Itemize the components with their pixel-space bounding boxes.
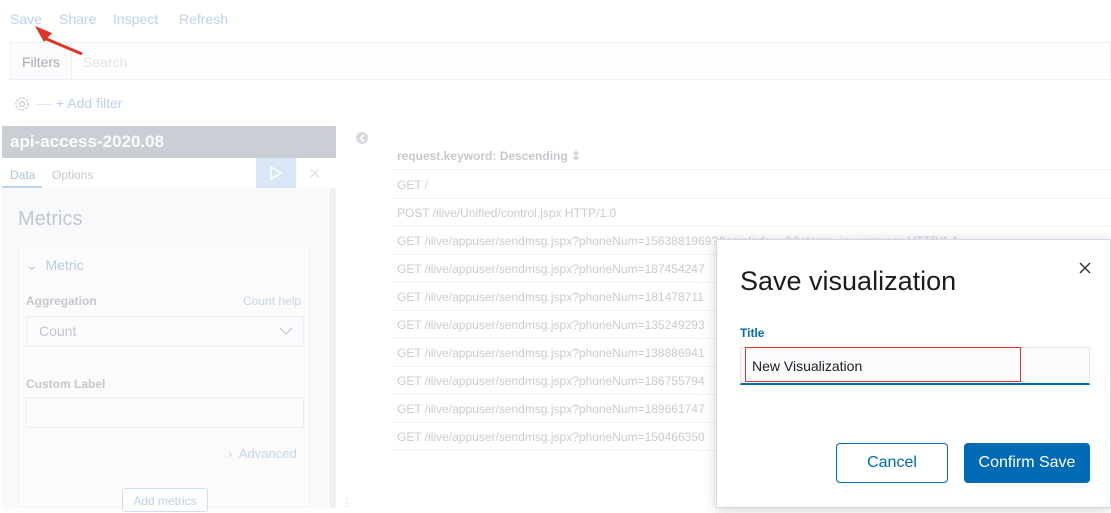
title-input[interactable]	[740, 347, 1090, 385]
custom-label-input[interactable]	[26, 397, 304, 428]
share-link[interactable]: Share	[59, 11, 96, 27]
tab-options[interactable]: Options	[52, 158, 93, 192]
refresh-link[interactable]: Refresh	[179, 11, 228, 27]
aggregation-label: Aggregation	[26, 294, 97, 308]
top-nav: Save Share Inspect Refresh	[0, 0, 1111, 40]
custom-label-label: Custom Label	[26, 377, 106, 391]
collapse-panel-icon[interactable]	[356, 132, 368, 144]
table-column-header[interactable]: request.keyword: Descending ⇕	[393, 140, 1111, 170]
apply-changes-button[interactable]	[256, 158, 296, 188]
count-help-link[interactable]: Count help	[243, 294, 301, 308]
metric-accordion-toggle[interactable]: ⌄ Metric	[26, 257, 84, 274]
save-link[interactable]: Save	[10, 11, 42, 27]
advanced-toggle[interactable]: › Advanced	[228, 446, 297, 461]
table-row: POST /ilive/Unified/control.jspx HTTP/1.…	[393, 199, 1111, 227]
add-filter-button[interactable]: + Add filter	[56, 95, 123, 111]
discard-icon[interactable]: ✕	[308, 164, 321, 184]
aggregation-value: Count	[39, 323, 77, 339]
resize-handle-icon[interactable]: ⋮	[342, 498, 352, 509]
cancel-button[interactable]: Cancel	[836, 443, 948, 483]
advanced-label: Advanced	[238, 446, 297, 461]
aggregation-select[interactable]: Count	[26, 316, 304, 347]
chevron-down-icon	[279, 327, 293, 335]
table-row: GET /	[393, 171, 1111, 199]
gear-icon[interactable]	[13, 95, 31, 113]
search-input[interactable]	[81, 51, 485, 73]
confirm-save-button[interactable]: Confirm Save	[964, 443, 1090, 483]
title-field-label: Title	[740, 326, 765, 340]
metrics-heading: Metrics	[18, 208, 83, 230]
add-metrics-button[interactable]: Add metrics	[122, 488, 208, 512]
tab-data[interactable]: Data	[2, 158, 42, 188]
filter-bar: Filters	[10, 42, 1111, 80]
inspect-link[interactable]: Inspect	[113, 11, 158, 27]
chevron-down-icon: ⌄	[26, 257, 38, 273]
chevron-right-icon: ›	[228, 446, 233, 461]
panel-scrollbar[interactable]	[329, 188, 336, 508]
modal-title: Save visualization	[740, 266, 957, 296]
filters-button[interactable]: Filters	[11, 43, 72, 79]
close-icon[interactable]	[1077, 260, 1093, 276]
metric-label: Metric	[45, 257, 84, 273]
play-icon	[270, 166, 282, 180]
divider	[37, 104, 51, 105]
index-pattern-title: api-access-2020.08	[2, 126, 336, 158]
chevron-left-icon	[359, 134, 365, 142]
